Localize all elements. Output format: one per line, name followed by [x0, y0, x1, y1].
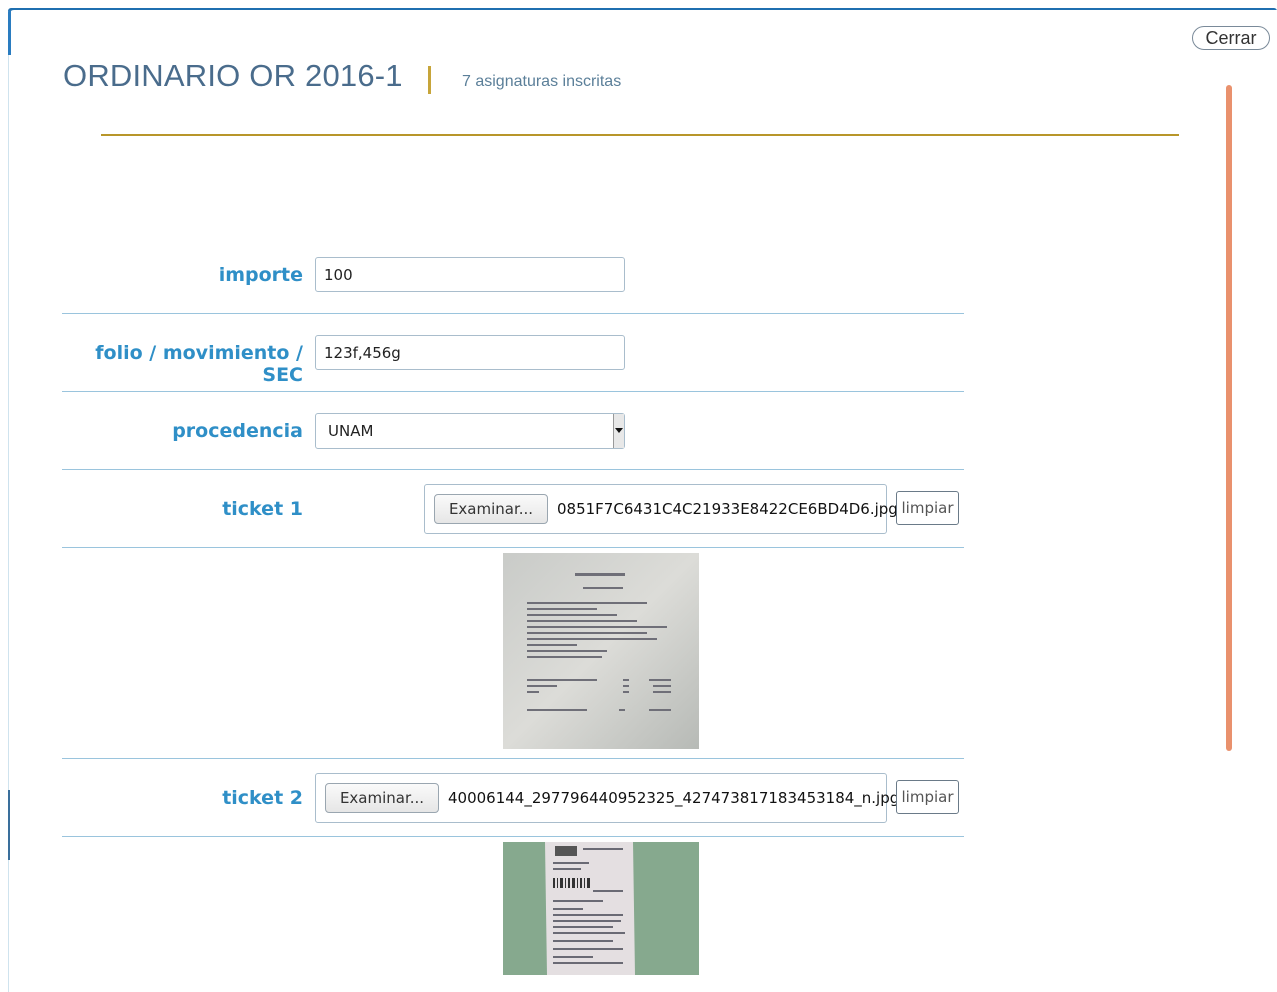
importe-input[interactable]: [315, 257, 625, 292]
row-divider: [62, 547, 964, 548]
row-divider: [62, 313, 964, 314]
row-divider: [62, 758, 964, 759]
procedencia-selected-value: UNAM: [328, 422, 374, 440]
scrollbar-thumb[interactable]: [1226, 85, 1232, 751]
dialog-left-accent: [8, 10, 11, 55]
header-divider: [101, 134, 1179, 136]
ticket1-browse-button[interactable]: Examinar...: [434, 494, 548, 524]
importe-label: importe: [218, 264, 303, 286]
select-dropdown-button[interactable]: [613, 414, 624, 448]
row-divider: [62, 391, 964, 392]
ticket1-label: ticket 1: [222, 498, 303, 520]
row-divider: [62, 836, 964, 837]
chevron-down-icon: [615, 428, 623, 433]
procedencia-label: procedencia: [172, 420, 303, 442]
ticket2-label: ticket 2: [222, 787, 303, 809]
row-divider: [62, 469, 964, 470]
close-button[interactable]: Cerrar: [1192, 26, 1270, 50]
ticket2-browse-button[interactable]: Examinar...: [325, 783, 439, 813]
ticket2-file-name: 40006144_297796440952325_427473817183453…: [448, 789, 900, 807]
ticket2-preview-image: [503, 842, 699, 975]
enrolled-subjects-count: 7 asignaturas inscritas: [462, 73, 622, 90]
dialog-title: ORDINARIO OR 2016-1: [63, 58, 403, 93]
folio-label: folio / movimiento / SEC: [95, 342, 303, 386]
title-separator: [428, 66, 431, 94]
ticket1-file-input[interactable]: Examinar... 0851F7C6431C4C21933E8422CE6B…: [424, 484, 898, 534]
ticket2-clear-button[interactable]: limpiar: [896, 780, 959, 814]
procedencia-select[interactable]: UNAM: [315, 413, 625, 449]
dialog-left-accent-lower: [8, 790, 10, 860]
ticket2-file-input[interactable]: Examinar... 40006144_297796440952325_427…: [315, 773, 899, 823]
folio-input[interactable]: [315, 335, 625, 370]
ticket1-file-name: 0851F7C6431C4C21933E8422CE6BD4D6.jpg: [557, 500, 898, 518]
ticket1-clear-button[interactable]: limpiar: [896, 491, 959, 525]
ticket1-preview-image: [503, 553, 699, 749]
